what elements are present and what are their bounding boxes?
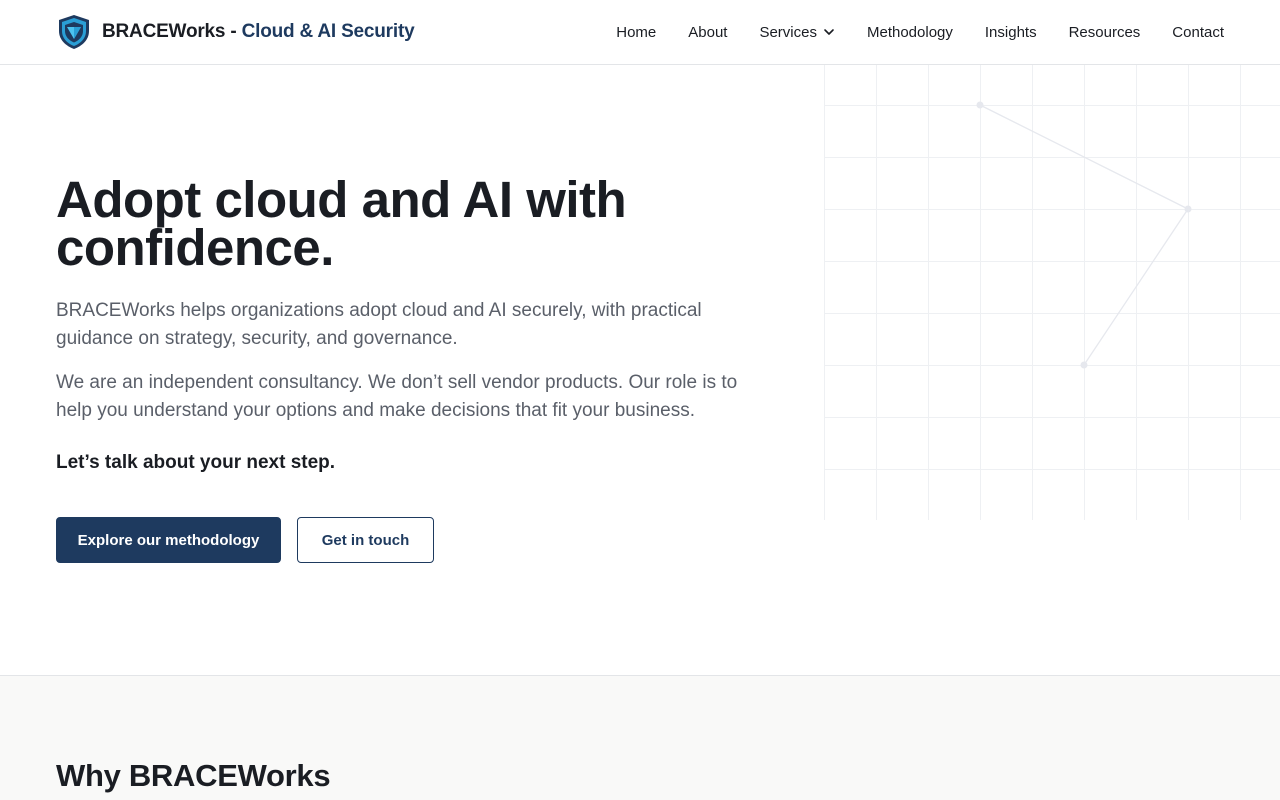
chevron-down-icon	[824, 29, 834, 35]
nav-item-label: Insights	[984, 23, 1037, 41]
network-grid-graphic	[824, 65, 1280, 520]
grid-lines	[824, 65, 1280, 520]
get-in-touch-button[interactable]: Get in touch	[297, 517, 434, 563]
nav-item-contact[interactable]: Contact	[1172, 24, 1224, 41]
brand-tagline: Cloud & AI Security	[241, 21, 415, 42]
nav-item-services[interactable]: Services	[759, 24, 835, 41]
main-nav: Home About Services Methodology Insights…	[616, 0, 1224, 64]
nav-item-methodology[interactable]: Methodology	[867, 24, 953, 41]
hero-intro-paragraph: BRACEWorks helps organizations adopt clo…	[56, 300, 702, 349]
nav-item-label: Resources	[1068, 23, 1141, 41]
site-header: BRACEWorks - Cloud & AI Security Home Ab…	[0, 0, 1280, 65]
nav-item-resources[interactable]: Resources	[1069, 24, 1141, 41]
nav-item-label: Methodology	[866, 23, 953, 41]
hero-cta-text: Let’s talk about your next step.	[56, 452, 336, 473]
why-section-title: Why BRACEWorks	[56, 758, 331, 793]
nav-item-label: About	[688, 23, 728, 41]
shield-icon	[59, 15, 89, 49]
hero-independence-paragraph: We are an independent consultancy. We do…	[56, 372, 738, 421]
nav-item-label: Contact	[1172, 23, 1224, 41]
brand[interactable]: BRACEWorks - Cloud & AI Security	[56, 14, 415, 50]
brand-name: BRACEWorks	[102, 21, 226, 42]
nav-item-home[interactable]: Home	[616, 24, 656, 41]
nav-item-insights[interactable]: Insights	[985, 24, 1037, 41]
brand-text: BRACEWorks - Cloud & AI Security	[102, 21, 415, 43]
brand-separator: -	[225, 21, 242, 42]
nav-item-label: Services	[759, 23, 817, 41]
explore-methodology-button[interactable]: Explore our methodology	[56, 517, 281, 563]
hero-title: Adopt cloud and AI with confidence.	[56, 171, 627, 276]
nav-item-about[interactable]: About	[688, 24, 727, 41]
why-section: Why BRACEWorks	[0, 675, 1280, 800]
nav-item-label: Home	[616, 23, 657, 41]
